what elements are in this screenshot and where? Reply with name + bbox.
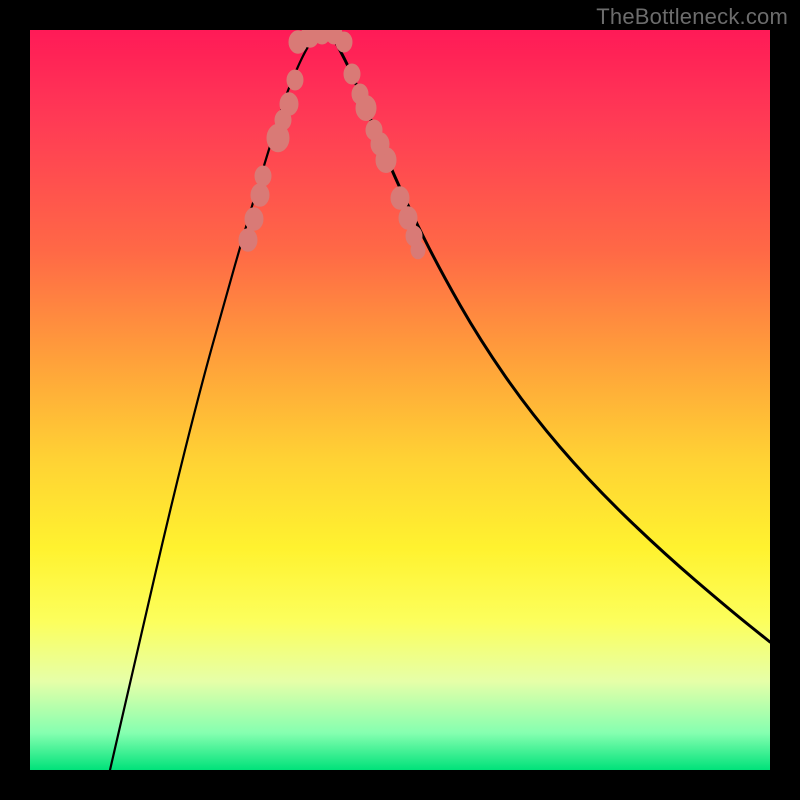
bead [352, 84, 368, 104]
plot-area [30, 30, 770, 770]
bead [391, 187, 409, 210]
frame: TheBottleneck.com [0, 0, 800, 800]
right-curve [330, 32, 770, 642]
bead [411, 241, 425, 259]
bead [239, 229, 257, 252]
watermark-text: TheBottleneck.com [596, 4, 788, 30]
bead [366, 120, 382, 140]
chart-svg [30, 30, 770, 770]
bead [280, 93, 298, 116]
bead [344, 64, 360, 84]
bead [245, 208, 263, 231]
bead [251, 184, 269, 207]
bead [287, 70, 303, 90]
bead [255, 166, 271, 186]
bead [336, 32, 352, 52]
